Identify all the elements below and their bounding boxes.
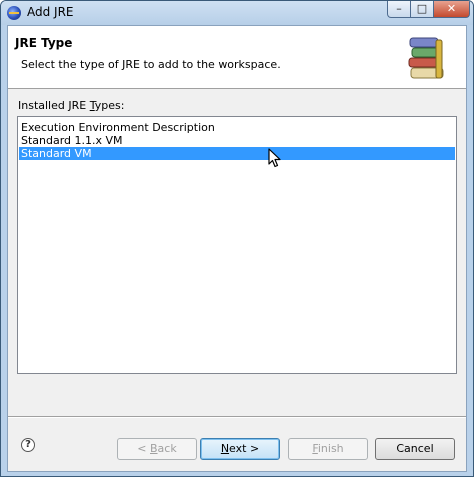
- back-label-pre: <: [137, 442, 150, 455]
- books-icon: [408, 37, 444, 79]
- mouse-cursor-icon: [268, 148, 281, 168]
- dialog-window: Add JRE – □ ✕ JRE Type Select the type o…: [0, 0, 474, 477]
- installed-jre-types-label: Installed JRE Types:: [18, 99, 124, 112]
- list-item-execution-environment[interactable]: Execution Environment Description: [19, 121, 455, 134]
- back-label-post: ack: [157, 442, 177, 455]
- page-description: Select the type of JRE to add to the wor…: [21, 58, 281, 71]
- dialog-client: JRE Type Select the type of JRE to add t…: [7, 25, 467, 472]
- minimize-button[interactable]: –: [387, 1, 411, 18]
- maximize-button[interactable]: □: [410, 1, 434, 18]
- back-button[interactable]: < Back: [117, 438, 197, 460]
- label-text: Installed JRE: [18, 99, 90, 112]
- cancel-button[interactable]: Cancel: [375, 438, 455, 460]
- page-title: JRE Type: [15, 36, 73, 50]
- list-item-standard-vm[interactable]: Standard VM: [19, 147, 455, 160]
- next-mnemonic: N: [220, 442, 230, 455]
- eclipse-icon: [7, 6, 21, 20]
- list-item-standard-11x-vm[interactable]: Standard 1.1.x VM: [19, 134, 455, 147]
- wizard-banner: JRE Type Select the type of JRE to add t…: [8, 26, 466, 89]
- finish-label-post: inish: [317, 442, 344, 455]
- title-bar[interactable]: Add JRE – □ ✕: [1, 1, 473, 25]
- next-label-post: ext >: [229, 442, 260, 455]
- help-icon[interactable]: ?: [21, 438, 35, 452]
- jre-types-list[interactable]: Execution Environment Description Standa…: [17, 116, 457, 374]
- finish-button[interactable]: Finish: [288, 438, 368, 460]
- window-title: Add JRE: [27, 5, 74, 19]
- close-button[interactable]: ✕: [433, 1, 470, 18]
- footer-separator: [8, 416, 466, 418]
- label-text-rest: ypes:: [94, 99, 125, 112]
- next-button[interactable]: Next >: [200, 438, 280, 460]
- back-mnemonic: B: [150, 442, 158, 455]
